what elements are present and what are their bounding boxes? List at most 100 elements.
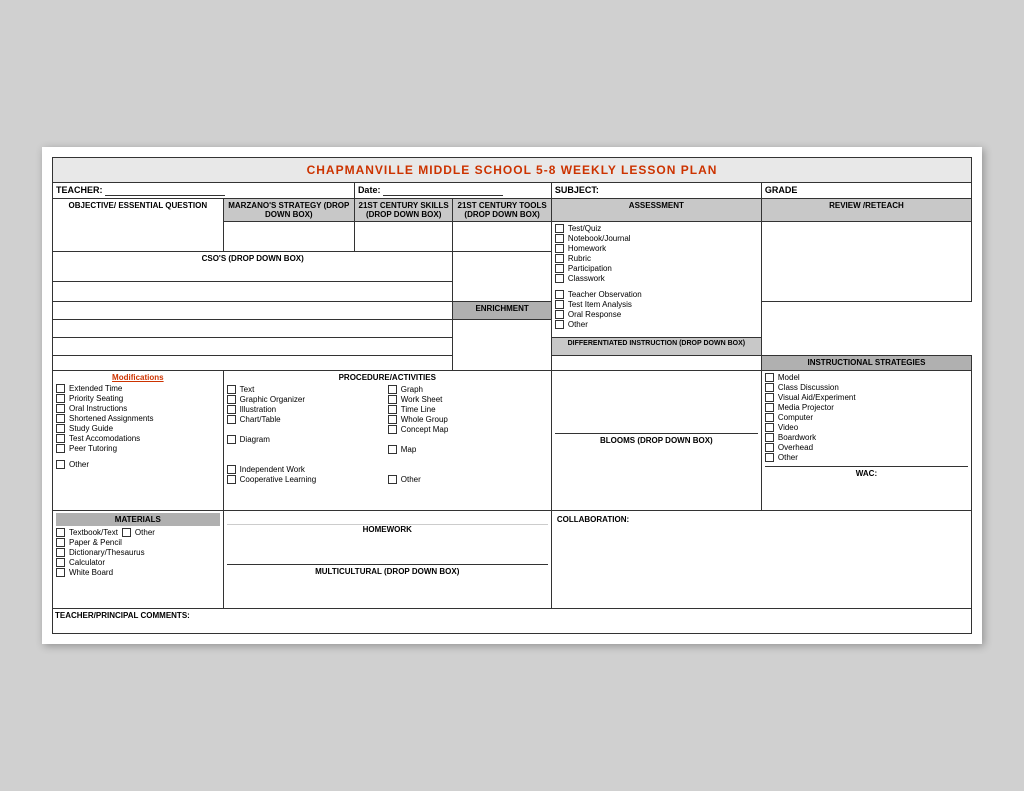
cso-text: CSO'S (DROP DOWN BOX): [202, 254, 304, 263]
date-cell: Date:: [354, 183, 551, 199]
lesson-plan-table: CHAPMANVILLE MIDDLE SCHOOL 5-8 WEEKLY LE…: [52, 157, 972, 634]
multicultural-label: MULTICULTURAL (DROP DOWN BOX): [315, 567, 459, 576]
mod-oral-instructions: Oral Instructions: [56, 404, 220, 413]
enrichment-content[interactable]: [453, 320, 551, 371]
subject-label: SUBJECT:: [555, 185, 599, 195]
review-cell[interactable]: [761, 222, 971, 302]
wac-text: WAC:: [856, 469, 877, 478]
proc-map: Map: [388, 445, 548, 454]
mod-other: Other: [56, 460, 220, 469]
proc-other: Other: [388, 475, 548, 484]
procedure-label: PROCEDURE/ACTIVITIES: [339, 373, 436, 382]
cso-content-3[interactable]: [53, 320, 453, 338]
proc-diagram: Diagram: [227, 435, 387, 444]
strat-model: Model: [765, 373, 968, 382]
procedure-header: PROCEDURE/ACTIVITIES: [227, 373, 548, 382]
modifications-text: Modifications: [112, 373, 164, 382]
instructional-strategies-header: INSTRUCTIONAL STRATEGIES: [761, 356, 971, 371]
cso-content-4[interactable]: [53, 338, 453, 356]
cso-content-2[interactable]: [53, 302, 453, 320]
tools-label: 21ST CENTURY TOOLS (DROP DOWN BOX): [458, 201, 547, 219]
collaboration-content[interactable]: [555, 526, 968, 606]
enrichment-header: ENRICHMENT: [453, 302, 551, 320]
assessment-other: Other: [555, 320, 758, 329]
homework-header: HOMEWORK: [227, 525, 548, 534]
assessment-oral: Oral Response: [555, 310, 758, 319]
date-value[interactable]: [383, 185, 503, 196]
materials-list: Textbook/Text Other Paper & Pencil Dicti…: [56, 528, 220, 577]
instruct-strat-label: INSTRUCTIONAL STRATEGIES: [807, 358, 925, 367]
strat-video: Video: [765, 423, 968, 432]
materials-header: MATERIALS: [56, 513, 220, 526]
modifications-cell: Modifications Extended Time Priority Sea…: [53, 371, 224, 511]
wac-label: WAC:: [765, 469, 968, 478]
cso-content-1[interactable]: [53, 282, 453, 302]
assessment-classwork: Classwork: [555, 274, 758, 283]
proc-chart-table: Chart/Table: [227, 415, 387, 424]
collaboration-header: COLLABORATION:: [555, 513, 968, 526]
homework-content[interactable]: [227, 534, 548, 564]
tools-header: 21ST CENTURY TOOLS (DROP DOWN BOX): [453, 199, 551, 222]
lesson-plan-page: CHAPMANVILLE MIDDLE SCHOOL 5-8 WEEKLY LE…: [42, 147, 982, 644]
teacher-cell: TEACHER:: [53, 183, 355, 199]
assessment-test-quiz: Test/Quiz: [555, 224, 758, 233]
cso-label: CSO'S (DROP DOWN BOX): [53, 252, 453, 282]
teacher-value[interactable]: [105, 185, 225, 196]
comments-row: TEACHER/PRINCIPAL COMMENTS:: [53, 609, 972, 634]
modifications-procedure-row: Modifications Extended Time Priority Sea…: [53, 371, 972, 511]
comments-label: TEACHER/PRINCIPAL COMMENTS:: [55, 611, 190, 620]
blooms-content[interactable]: [555, 447, 758, 497]
mat-whiteboard: White Board: [56, 568, 220, 577]
homework-cell: HOMEWORK MULTICULTURAL (DROP DOWN BOX): [223, 511, 551, 609]
proc-illustration: Illustration: [227, 405, 387, 414]
proc-text: Text: [227, 385, 387, 394]
subject-cell: SUBJECT:: [551, 183, 761, 199]
homework-top[interactable]: [227, 513, 548, 525]
wac-section: WAC:: [765, 466, 968, 508]
marzano-cell[interactable]: [223, 222, 354, 252]
column-headers-row: OBJECTIVE/ ESSENTIAL QUESTION MARZANO'S …: [53, 199, 972, 222]
materials-homework-row: MATERIALS Textbook/Text Other Paper & Pe…: [53, 511, 972, 609]
skills-header: 21ST CENTURY SKILLS (DROP DOWN BOX): [354, 199, 452, 222]
mod-study-guide: Study Guide: [56, 424, 220, 433]
homework-label: HOMEWORK: [363, 525, 412, 534]
title-row: CHAPMANVILLE MIDDLE SCHOOL 5-8 WEEKLY LE…: [53, 158, 972, 183]
mod-extended-time: Extended Time: [56, 384, 220, 393]
wac-content[interactable]: [765, 478, 968, 508]
diff-content-area[interactable]: [555, 373, 758, 433]
plan-title: CHAPMANVILLE MIDDLE SCHOOL 5-8 WEEKLY LE…: [53, 158, 972, 183]
grade-label: GRADE: [765, 185, 798, 195]
assessment-item-analysis: Test Item Analysis: [555, 300, 758, 309]
assessment-cell: Test/Quiz Notebook/Journal Homework Rubr…: [551, 222, 761, 338]
strat-overhead: Overhead: [765, 443, 968, 452]
strat-other: Other: [765, 453, 968, 462]
collaboration-label: COLLABORATION:: [557, 515, 629, 524]
proc-concept-map: Concept Map: [388, 425, 548, 434]
collaboration-cell: COLLABORATION:: [551, 511, 971, 609]
skills-cell[interactable]: [354, 222, 452, 252]
strat-computer: Computer: [765, 413, 968, 422]
proc-cooperative-learning: Cooperative Learning: [227, 475, 387, 484]
assessment-header: ASSESSMENT: [551, 199, 761, 222]
multicultural-content[interactable]: [227, 578, 548, 593]
materials-cell: MATERIALS Textbook/Text Other Paper & Pe…: [53, 511, 224, 609]
strat-visual-aid: Visual Aid/Experiment: [765, 393, 968, 402]
mat-dictionary: Dictionary/Thesaurus: [56, 548, 220, 557]
marzano-header: MARZANO'S STRATEGY (DROP DOWN BOX): [223, 199, 354, 222]
tools-cell[interactable]: [453, 222, 551, 252]
diff-instruction-header: DIFFERENTIATED INSTRUCTION (DROP DOWN BO…: [551, 338, 761, 356]
proc-graphic-organizer: Graphic Organizer: [227, 395, 387, 404]
date-label: Date:: [358, 185, 381, 195]
mod-shortened: Shortened Assignments: [56, 414, 220, 423]
strat-boardwork: Boardwork: [765, 433, 968, 442]
materials-label: MATERIALS: [115, 515, 161, 524]
proc-col2: Graph Work Sheet Time Line Whole Group C…: [388, 385, 548, 485]
cso-content-5[interactable]: [53, 356, 453, 371]
assessment-label: ASSESSMENT: [629, 201, 684, 210]
assessment-items: Test/Quiz Notebook/Journal Homework Rubr…: [555, 224, 758, 329]
multicultural-header: MULTICULTURAL (DROP DOWN BOX): [227, 564, 548, 578]
review-label: REVIEW /RETEACH: [829, 201, 904, 210]
strat-media-projector: Media Projector: [765, 403, 968, 412]
objective-header: OBJECTIVE/ ESSENTIAL QUESTION: [53, 199, 224, 252]
diff-content-1[interactable]: [551, 356, 761, 371]
